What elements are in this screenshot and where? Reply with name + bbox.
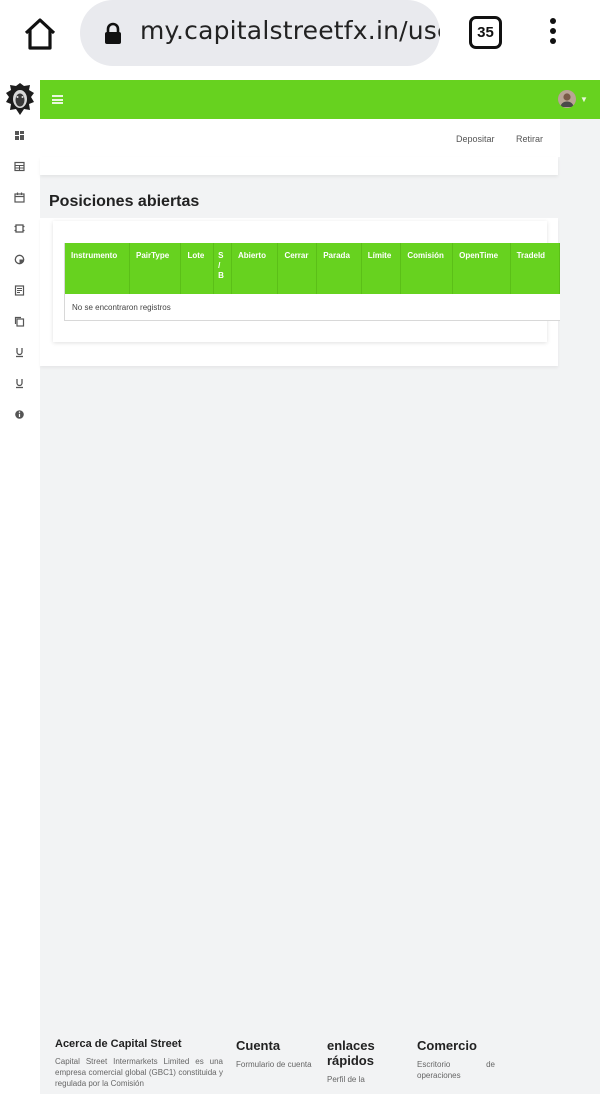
info-icon[interactable] <box>14 407 25 419</box>
footer-trading-desk-link[interactable]: Escritorio de operaciones <box>417 1059 495 1081</box>
footer-account-link[interactable]: Formulario de cuenta <box>236 1059 314 1070</box>
column-header[interactable]: OpenTime <box>452 243 511 294</box>
footer-about: Acerca de Capital Street Capital Street … <box>55 1038 223 1089</box>
top-navbar: ▼ <box>40 80 600 119</box>
deposit-link[interactable]: Depositar <box>456 134 495 144</box>
url-text[interactable]: my.capitalstreetfx.in/use <box>140 16 440 45</box>
footer-trade-title: Comercio <box>417 1038 477 1053</box>
column-header[interactable]: Comisión <box>400 243 454 294</box>
browser-toolbar: my.capitalstreetfx.in/use 35 <box>0 0 600 80</box>
actions-card-footer <box>40 157 558 175</box>
footer-trade: Comercio Escritorio de operaciones <box>417 1038 495 1081</box>
user-avatar-icon[interactable] <box>558 90 576 108</box>
footer-account: Cuenta Formulario de cuenta <box>236 1038 314 1070</box>
copy-icon[interactable] <box>14 314 25 327</box>
empty-message: No se encontraron registros <box>65 294 560 320</box>
more-vert-icon[interactable] <box>540 14 566 52</box>
table-row: No se encontraron registros <box>65 294 560 320</box>
lion-logo[interactable] <box>5 82 35 116</box>
footer-account-title: Cuenta <box>236 1038 281 1053</box>
table-icon[interactable] <box>14 159 25 172</box>
withdraw-link[interactable]: Retirar <box>516 134 543 144</box>
column-header[interactable]: Lote <box>180 243 215 294</box>
footer-profile-link[interactable]: Perfil de la <box>327 1074 405 1085</box>
footer-about-text: Capital Street Intermarkets Limited es u… <box>55 1057 223 1088</box>
column-header[interactable]: Parada <box>316 243 362 294</box>
column-header[interactable]: Límite <box>361 243 402 294</box>
table-header-row: Instrumento PairType Lote S / B Abierto … <box>65 243 560 294</box>
page-title: Posiciones abiertas <box>49 193 200 210</box>
hamburger-icon[interactable] <box>52 95 63 104</box>
footer-about-title: Acerca de Capital Street <box>55 1038 182 1050</box>
calendar-icon[interactable] <box>14 190 25 203</box>
chart-pie-icon[interactable] <box>14 252 25 265</box>
column-header[interactable]: Cerrar <box>277 243 318 294</box>
dashboard-icon[interactable] <box>14 128 25 140</box>
column-header[interactable]: PairType <box>129 243 182 294</box>
footer-links: enlaces rápidos Perfil de la <box>327 1038 405 1085</box>
frame-icon[interactable] <box>14 221 25 233</box>
footer-links-title: enlaces rápidos <box>327 1038 375 1068</box>
column-header[interactable]: Abierto <box>231 243 279 294</box>
home-icon[interactable] <box>20 14 60 54</box>
column-header[interactable]: Instrumento <box>65 243 130 294</box>
underline-icon[interactable] <box>14 345 25 358</box>
actions-card: Depositar Retirar <box>40 119 560 157</box>
chevron-down-icon[interactable]: ▼ <box>580 95 588 104</box>
positions-table: Instrumento PairType Lote S / B Abierto … <box>65 243 560 320</box>
address-bar[interactable]: my.capitalstreetfx.in/use <box>80 0 440 66</box>
underline-icon[interactable] <box>14 376 25 389</box>
tabs-counter-button[interactable]: 35 <box>469 16 502 49</box>
positions-table-wrapper[interactable]: Instrumento PairType Lote S / B Abierto … <box>64 243 560 321</box>
document-icon[interactable] <box>14 283 25 296</box>
column-header[interactable]: TradeId <box>510 243 560 294</box>
column-header[interactable]: S / B <box>213 243 232 294</box>
lock-icon <box>102 22 124 44</box>
